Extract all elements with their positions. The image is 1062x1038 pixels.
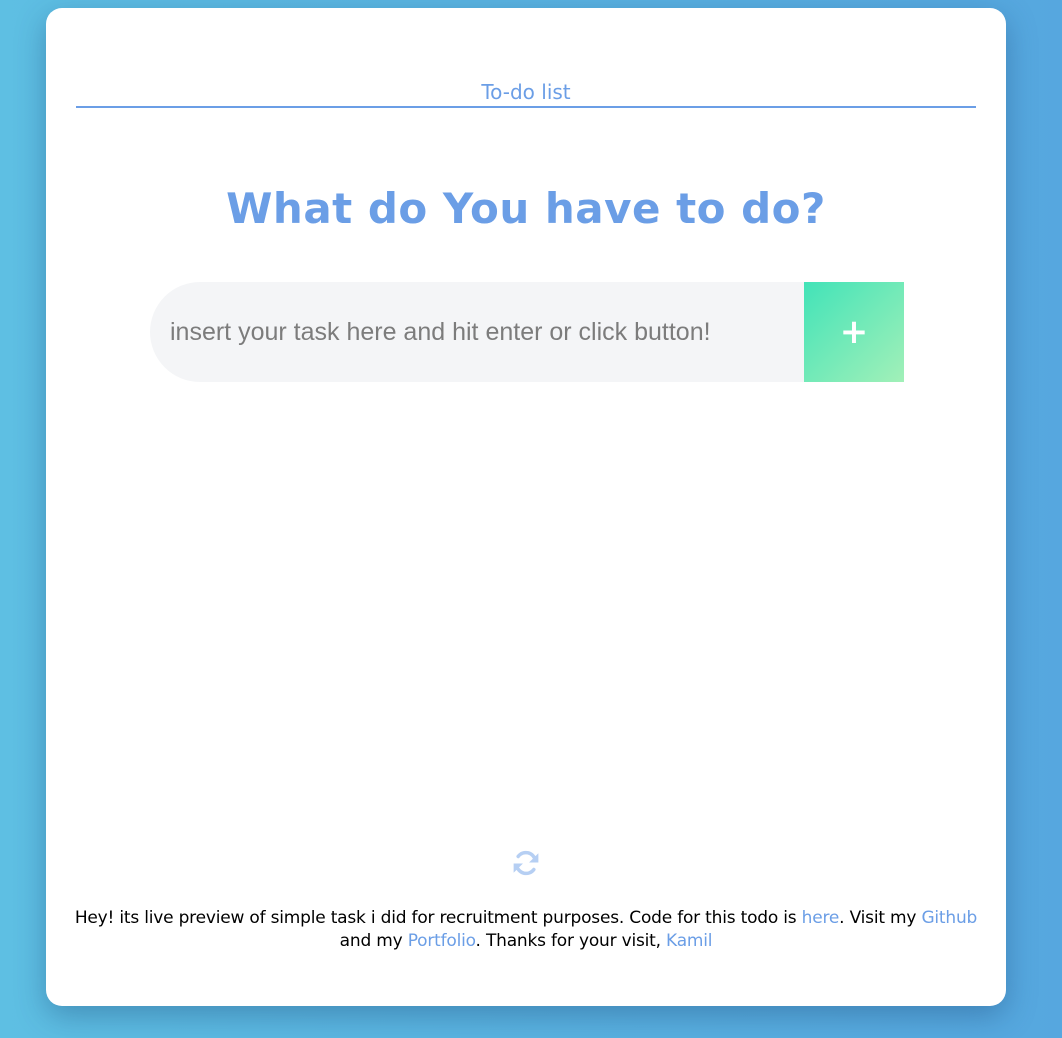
footer-text-4: . Thanks for your visit,	[475, 931, 667, 951]
author-link[interactable]: Kamil	[666, 931, 712, 951]
task-form: +	[150, 282, 904, 382]
refresh-icon[interactable]	[512, 849, 540, 877]
github-link[interactable]: Github	[921, 908, 977, 928]
footer-note: Hey! its live preview of simple task i d…	[66, 907, 986, 953]
code-link[interactable]: here	[802, 908, 840, 928]
footer-text-3: and my	[339, 931, 408, 951]
task-input[interactable]	[150, 282, 804, 382]
question-heading: What do You have to do?	[226, 184, 826, 233]
footer-text-2: . Visit my	[839, 908, 922, 928]
todo-card: To-do list What do You have to do? + Hey…	[46, 8, 1006, 1006]
footer-text-1: Hey! its live preview of simple task i d…	[74, 908, 802, 928]
portfolio-link[interactable]: Portfolio	[408, 931, 476, 951]
page-title: To-do list	[76, 80, 976, 108]
add-task-button[interactable]: +	[804, 282, 904, 382]
